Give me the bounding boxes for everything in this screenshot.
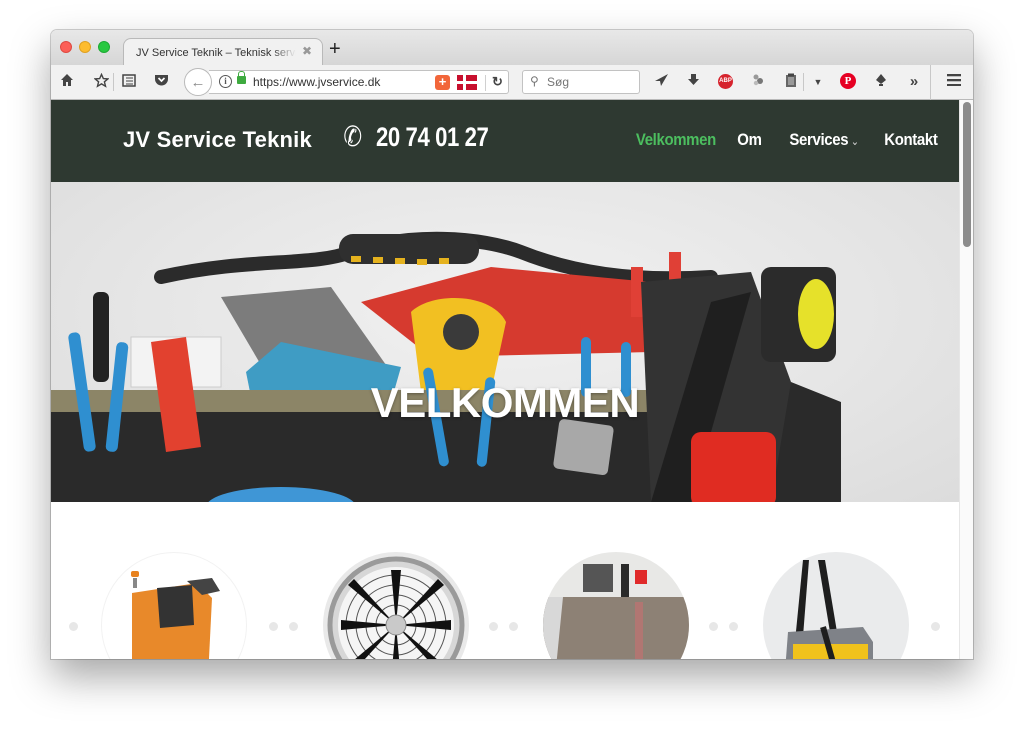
new-tab-button[interactable]: +: [329, 39, 341, 59]
polished-floor-image: [543, 552, 689, 659]
close-icon[interactable]: ✖: [302, 44, 312, 58]
carousel-dot[interactable]: [729, 622, 738, 631]
toolbar-separator: [930, 65, 931, 100]
toolbar-separator: [803, 73, 804, 91]
overflow-icon[interactable]: »: [904, 73, 924, 91]
url-text[interactable]: https://www.jvservice.dk: [253, 75, 380, 89]
reload-icon[interactable]: ↻: [492, 74, 503, 90]
carousel-dot[interactable]: [931, 622, 940, 631]
nav-item-om[interactable]: Om: [738, 130, 763, 150]
back-arrow-icon: ←: [190, 73, 206, 91]
vacuum-cleaner-image: [785, 560, 873, 659]
carousel-dot[interactable]: [709, 622, 718, 631]
site-brand[interactable]: JV Service Teknik: [123, 127, 312, 153]
carousel-dot[interactable]: [509, 622, 518, 631]
adblock-plus-icon[interactable]: ABP: [718, 74, 733, 89]
clipboard-icon[interactable]: [781, 73, 801, 93]
minimize-window-button[interactable]: [79, 41, 91, 53]
tab-bar: JV Service Teknik – Teknisk service ✖ +: [51, 30, 973, 66]
nav-toolbar: i https://www.jvservice.dk + ↻ ← ⚲ ABP: [51, 65, 973, 100]
zoom-window-button[interactable]: [98, 41, 110, 53]
site-header: JV Service Teknik ✆ 20 74 01 27 Velkomme…: [51, 100, 959, 182]
danish-flag-icon[interactable]: [457, 75, 477, 90]
close-window-button[interactable]: [60, 41, 72, 53]
browser-window: JV Service Teknik – Teknisk service ✖ + …: [51, 30, 973, 659]
nav-item-services-label: Services: [789, 130, 849, 149]
service-vacuum-cleaner[interactable]: [763, 552, 909, 659]
red-power-tool: [361, 267, 651, 357]
drum-icon[interactable]: [871, 73, 891, 92]
services-carousel: [51, 502, 959, 659]
carousel-dot[interactable]: [289, 622, 298, 631]
floor-scrubber-image: [131, 571, 220, 659]
search-icon: ⚲: [530, 74, 539, 88]
carousel-dot[interactable]: [489, 622, 498, 631]
back-button[interactable]: ←: [184, 68, 212, 96]
screwdriver: [93, 292, 109, 382]
nav-item-kontakt[interactable]: Kontakt: [884, 130, 938, 150]
send-icon[interactable]: [651, 73, 671, 92]
url-separator: [485, 75, 486, 91]
browser-tab[interactable]: JV Service Teknik – Teknisk service ✖: [123, 38, 323, 66]
pinterest-icon[interactable]: P: [840, 73, 856, 89]
nav-item-services[interactable]: Services ⌄: [789, 130, 859, 150]
scrollbar-thumb[interactable]: [963, 102, 971, 247]
tape-measure-label: [798, 279, 834, 349]
carousel-dot[interactable]: [69, 622, 78, 631]
extension-icon[interactable]: [748, 73, 768, 92]
dropdown-icon[interactable]: ▼: [808, 73, 828, 91]
red-multimeter: [691, 432, 776, 502]
addon-plus-icon[interactable]: +: [435, 75, 450, 90]
nav-item-velkommen[interactable]: Velkommen: [636, 130, 716, 150]
info-icon[interactable]: i: [219, 75, 232, 88]
search-bar[interactable]: ⚲: [522, 70, 640, 94]
handheld-device: [553, 419, 614, 476]
download-icon[interactable]: [683, 73, 703, 92]
industrial-fan-image: [327, 556, 465, 659]
lock-icon: [237, 71, 246, 84]
menu-icon[interactable]: [944, 73, 964, 91]
service-polished-floor[interactable]: [543, 552, 689, 659]
bookmark-star-icon[interactable]: [91, 72, 111, 93]
search-input[interactable]: [547, 75, 635, 89]
pocket-icon[interactable]: [151, 73, 171, 92]
toolbar-separator: [113, 73, 114, 91]
phone-icon: ✆: [343, 121, 363, 152]
phone-number[interactable]: 20 74 01 27: [376, 122, 489, 153]
reading-list-icon[interactable]: [119, 73, 139, 92]
tab-title: JV Service Teknik – Teknisk service: [136, 46, 296, 59]
chevron-down-icon: ⌄: [850, 136, 859, 148]
hero-title: VELKOMMEN: [370, 379, 640, 426]
service-industrial-fan[interactable]: [323, 552, 469, 659]
carousel-dot[interactable]: [269, 622, 278, 631]
service-floor-scrubber[interactable]: [101, 552, 247, 659]
hero-banner: VELKOMMEN: [51, 182, 959, 502]
sander-vent: [443, 314, 479, 350]
tool-bag-image: [51, 231, 841, 502]
page-viewport: JV Service Teknik ✆ 20 74 01 27 Velkomme…: [51, 100, 959, 659]
main-nav: Velkommen Om Services ⌄ Kontakt: [607, 130, 937, 150]
page-scrollbar[interactable]: [959, 100, 973, 659]
url-bar[interactable]: i https://www.jvservice.dk + ↻: [209, 70, 509, 94]
red-clamp-1: [631, 267, 643, 317]
home-icon[interactable]: [57, 73, 77, 92]
